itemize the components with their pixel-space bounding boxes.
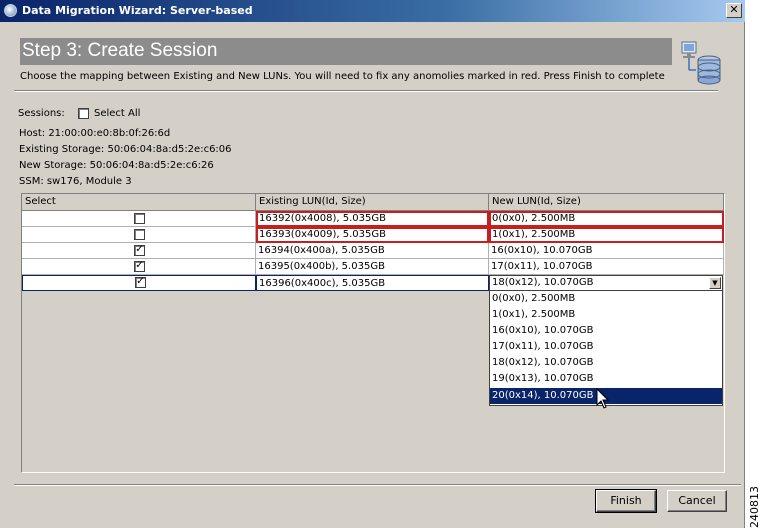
select-cell[interactable] bbox=[22, 211, 256, 227]
new-lun-cell[interactable]: 16(0x10), 10.070GB bbox=[489, 243, 724, 259]
new-lun-cell[interactable]: 1(0x1), 2.500MB bbox=[489, 227, 724, 243]
select-all-label[interactable]: Select All bbox=[94, 108, 140, 119]
checkmark-icon: ✓ bbox=[135, 244, 144, 255]
header-divider bbox=[14, 90, 718, 92]
select-all-checkbox[interactable] bbox=[78, 108, 89, 119]
column-header-new-lun[interactable]: New LUN(Id, Size) bbox=[489, 194, 724, 211]
server-storage-icon bbox=[681, 41, 721, 85]
row-checkbox[interactable] bbox=[134, 229, 145, 240]
existing-storage-info: Existing Storage: 50:06:04:8a:d5:2e:c6:0… bbox=[19, 144, 232, 155]
combobox-value: 18(0x12), 10.070GB bbox=[492, 277, 594, 288]
existing-lun-cell[interactable]: 16393(0x4009), 5.035GB bbox=[256, 227, 489, 243]
existing-lun-cell[interactable]: 16394(0x400a), 5.035GB bbox=[256, 243, 489, 259]
select-cell[interactable]: ✓ bbox=[22, 259, 256, 275]
table-row[interactable]: 16392(0x4008), 5.035GB 0(0x0), 2.500MB bbox=[22, 211, 724, 227]
column-header-existing-lun[interactable]: Existing LUN(Id, Size) bbox=[256, 194, 489, 211]
existing-lun-cell[interactable]: 16392(0x4008), 5.035GB bbox=[256, 211, 489, 227]
cancel-button[interactable]: Cancel bbox=[667, 490, 727, 512]
dropdown-option[interactable]: 17(0x11), 10.070GB bbox=[490, 339, 722, 355]
table-row[interactable]: 16393(0x4009), 5.035GB 1(0x1), 2.500MB bbox=[22, 227, 724, 243]
select-cell[interactable] bbox=[22, 227, 256, 243]
app-icon bbox=[4, 4, 17, 17]
host-info: Host: 21:00:00:e0:8b:0f:26:6d bbox=[19, 128, 171, 139]
ssm-info: SSM: sw176, Module 3 bbox=[19, 176, 132, 187]
sessions-label: Sessions: bbox=[18, 108, 65, 119]
dropdown-option[interactable]: 0(0x0), 2.500MB bbox=[490, 291, 722, 307]
new-lun-combobox[interactable]: 18(0x12), 10.070GB ▼ bbox=[489, 275, 723, 291]
step-header: Step 3: Create Session bbox=[20, 38, 672, 65]
checkmark-icon: ✓ bbox=[135, 260, 144, 271]
finish-button[interactable]: Finish bbox=[595, 489, 657, 513]
select-cell[interactable]: ✓ bbox=[22, 275, 256, 291]
dropdown-option[interactable]: 1(0x1), 2.500MB bbox=[490, 307, 722, 323]
row-checkbox[interactable]: ✓ bbox=[134, 245, 145, 256]
new-storage-info: New Storage: 50:06:04:8a:d5:2e:c6:26 bbox=[19, 160, 214, 171]
new-lun-cell[interactable]: 17(0x11), 10.070GB bbox=[489, 259, 724, 275]
window-title: Data Migration Wizard: Server-based bbox=[22, 4, 253, 17]
row-checkbox[interactable] bbox=[134, 213, 145, 224]
figure-id: 240813 bbox=[748, 486, 761, 528]
instructions-text: Choose the mapping between Existing and … bbox=[20, 71, 665, 82]
row-checkbox[interactable]: ✓ bbox=[135, 277, 146, 288]
close-button[interactable]: ✕ bbox=[726, 3, 742, 18]
row-checkbox[interactable]: ✓ bbox=[134, 261, 145, 272]
new-lun-cell[interactable]: 0(0x0), 2.500MB bbox=[489, 211, 724, 227]
page-title: Step 3: Create Session bbox=[22, 40, 218, 61]
select-cell[interactable]: ✓ bbox=[22, 243, 256, 259]
close-icon: ✕ bbox=[729, 3, 739, 16]
existing-lun-cell[interactable]: 16395(0x400b), 5.035GB bbox=[256, 259, 489, 275]
dropdown-option[interactable]: 18(0x12), 10.070GB bbox=[490, 355, 722, 371]
table-row[interactable]: ✓ 16394(0x400a), 5.035GB 16(0x10), 10.07… bbox=[22, 243, 724, 259]
chevron-down-icon[interactable]: ▼ bbox=[709, 277, 721, 289]
checkmark-icon: ✓ bbox=[136, 276, 145, 287]
cancel-button-label: Cancel bbox=[678, 494, 716, 507]
dropdown-option[interactable]: 19(0x13), 10.070GB bbox=[490, 371, 722, 387]
footer-divider bbox=[14, 484, 741, 486]
existing-lun-cell[interactable]: 16396(0x400c), 5.035GB bbox=[256, 275, 489, 291]
mouse-pointer-icon bbox=[596, 388, 610, 409]
finish-button-label: Finish bbox=[610, 494, 642, 507]
title-bar[interactable]: Data Migration Wizard: Server-based ✕ bbox=[0, 0, 745, 22]
table-row[interactable]: ✓ 16396(0x400c), 5.035GB 18(0x12), 10.07… bbox=[22, 275, 724, 291]
wizard-window: Data Migration Wizard: Server-based ✕ St… bbox=[0, 0, 745, 528]
dropdown-option[interactable]: 16(0x10), 10.070GB bbox=[490, 323, 722, 339]
column-header-select[interactable]: Select bbox=[22, 194, 256, 211]
table-row[interactable]: ✓ 16395(0x400b), 5.035GB 17(0x11), 10.07… bbox=[22, 259, 724, 275]
